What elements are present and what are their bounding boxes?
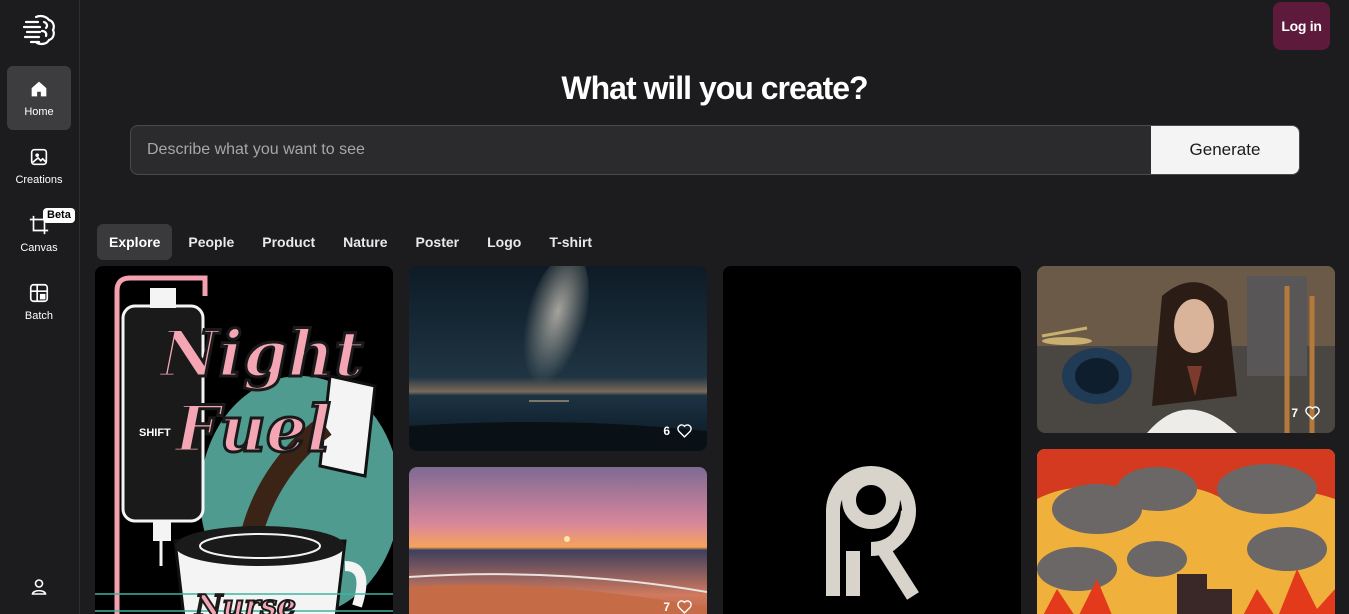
likes-count: 6 xyxy=(663,423,670,438)
sidebar-item-label: Canvas xyxy=(20,242,58,254)
heart-icon xyxy=(1305,406,1320,420)
poster-text-nurse: Nurse xyxy=(194,589,296,614)
beta-badge: Beta xyxy=(43,208,75,223)
sunset-image xyxy=(409,467,707,614)
likes-count: 7 xyxy=(1291,405,1298,420)
poster-image: Night Fuel SHIFT Nurse xyxy=(95,275,393,614)
fire-image xyxy=(1037,449,1335,614)
sidebar-item-label: Creations xyxy=(15,174,63,186)
gallery-card-milkyway[interactable]: 6 xyxy=(409,266,707,451)
likes-counter[interactable]: 7 xyxy=(663,598,693,614)
tab-tshirt[interactable]: T-shirt xyxy=(537,224,604,260)
image-icon xyxy=(30,148,48,166)
tab-logo[interactable]: Logo xyxy=(475,224,533,260)
page-title: What will you create? xyxy=(561,70,868,106)
tab-explore[interactable]: Explore xyxy=(97,224,173,260)
generate-button[interactable]: Generate xyxy=(1151,126,1299,174)
sidebar-item-home[interactable]: Home xyxy=(7,66,71,130)
prompt-bar: Generate xyxy=(130,125,1300,175)
category-tabs: Explore People Product Nature Poster Log… xyxy=(97,224,608,260)
tab-nature[interactable]: Nature xyxy=(331,224,399,260)
gallery-card-sunset[interactable]: 7 xyxy=(409,467,707,614)
tab-poster[interactable]: Poster xyxy=(404,224,472,260)
likes-count: 7 xyxy=(663,599,670,614)
grid-icon xyxy=(29,283,49,303)
user-icon[interactable] xyxy=(29,577,49,597)
brain-logo-icon[interactable] xyxy=(22,12,58,48)
gallery-card-fire[interactable] xyxy=(1037,449,1335,614)
poster-title-fuel: Fuel xyxy=(173,392,331,467)
tab-product[interactable]: Product xyxy=(250,224,327,260)
poster-title-night: Night xyxy=(158,317,364,392)
sidebar-item-creations[interactable]: Creations xyxy=(7,134,71,198)
heart-icon xyxy=(677,424,692,438)
login-button[interactable]: Log in xyxy=(1273,2,1330,50)
sidebar-item-batch[interactable]: Batch xyxy=(7,270,71,334)
home-icon xyxy=(31,81,47,97)
likes-counter[interactable]: 6 xyxy=(663,422,693,439)
likes-counter[interactable]: 7 xyxy=(1291,404,1321,421)
sidebar-item-label: Batch xyxy=(24,310,54,322)
portrait-image xyxy=(1037,266,1335,433)
poster-text-shift: SHIFT xyxy=(139,427,171,439)
tab-people[interactable]: People xyxy=(176,224,246,260)
r-logo-image xyxy=(826,466,919,600)
sidebar: Home Creations Canvas Beta Batch xyxy=(0,0,80,614)
gallery-card-portrait[interactable]: 7 xyxy=(1037,266,1335,433)
milkyway-image xyxy=(409,266,707,451)
gallery-card-logo[interactable] xyxy=(723,266,1021,614)
prompt-input[interactable] xyxy=(131,126,1152,174)
sidebar-item-label: Home xyxy=(24,106,54,118)
gallery-card-poster[interactable]: Night Fuel SHIFT Nurse xyxy=(95,266,393,614)
heart-icon xyxy=(677,600,692,614)
